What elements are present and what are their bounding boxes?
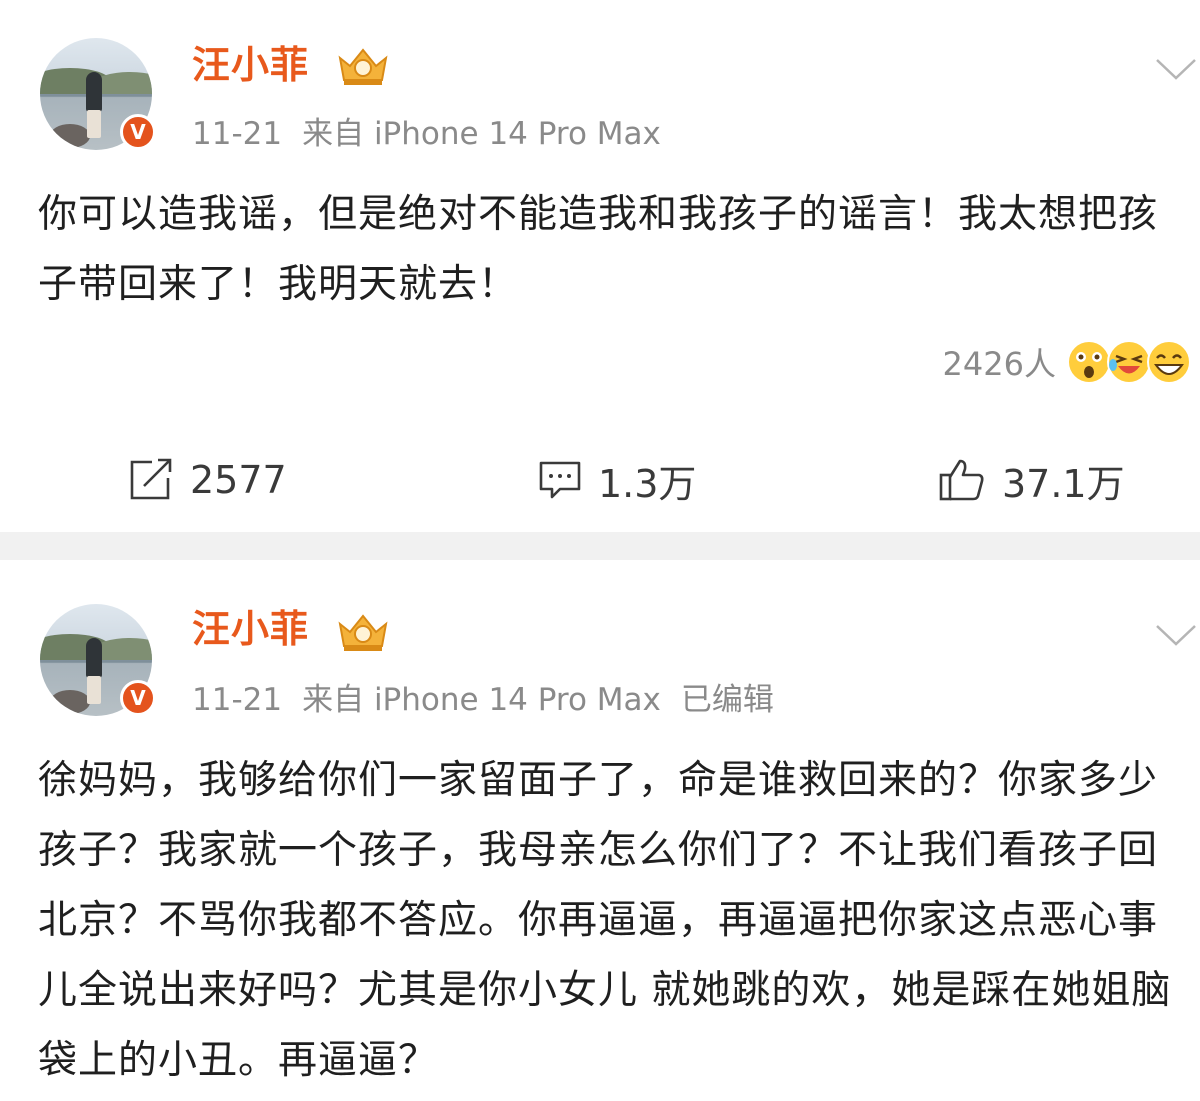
thumbs-up-icon xyxy=(939,459,984,501)
share-button[interactable]: 2577 xyxy=(128,448,287,512)
post-content: 你可以造我谣，但是绝对不能造我和我孩子的谣言！我太想把孩子带回来了！我明天就去！ xyxy=(38,192,1159,307)
post-meta: 11-21 来自 iPhone 14 Pro Max 已编辑 xyxy=(192,680,794,720)
edited-label[interactable]: 已编辑 xyxy=(681,682,774,718)
comment-icon xyxy=(539,461,581,499)
verified-badge-icon: V xyxy=(120,114,156,150)
vip-crown-icon xyxy=(338,614,388,651)
grin-emoji-icon xyxy=(1147,340,1191,384)
post-content: 徐妈妈，我够给你们一家留面子了，命是谁救回来的？你家多少孩子？我家就一个孩子，我… xyxy=(38,758,1172,1083)
post-source[interactable]: 来自 iPhone 14 Pro Max xyxy=(302,116,661,152)
chevron-down-icon[interactable] xyxy=(1154,622,1198,648)
share-count: 2577 xyxy=(190,458,287,502)
post-meta: 11-21 来自 iPhone 14 Pro Max xyxy=(192,114,681,154)
weibo-post: V 汪小菲 11-21 来自 iPhone 14 Pro Max 你可以造我谣，但… xyxy=(0,0,1200,532)
reactions-summary[interactable]: 2426人 xyxy=(943,334,1192,390)
reactions-count: 2426人 xyxy=(942,345,1056,383)
like-count: 37.1万 xyxy=(1002,461,1125,506)
post-divider xyxy=(0,532,1200,560)
vip-crown-icon xyxy=(338,48,388,85)
username[interactable]: 汪小菲 xyxy=(192,606,309,652)
comment-count: 1.3万 xyxy=(598,461,697,506)
post-date: 11-21 xyxy=(192,682,283,718)
username[interactable]: 汪小菲 xyxy=(192,42,309,88)
comment-button[interactable]: 1.3万 xyxy=(538,448,696,512)
chevron-down-icon[interactable] xyxy=(1154,56,1198,82)
post-actions: 2577 1.3万 37.1万 xyxy=(0,448,1200,512)
post-date: 11-21 xyxy=(192,116,283,152)
share-icon xyxy=(130,458,172,500)
weibo-post: V 汪小菲 11-21 来自 iPhone 14 Pro Max 已编辑 徐妈妈，我… xyxy=(0,560,1200,1101)
verified-badge-icon: V xyxy=(120,680,156,716)
like-button[interactable]: 37.1万 xyxy=(938,448,1125,512)
post-source[interactable]: 来自 iPhone 14 Pro Max xyxy=(302,682,661,718)
